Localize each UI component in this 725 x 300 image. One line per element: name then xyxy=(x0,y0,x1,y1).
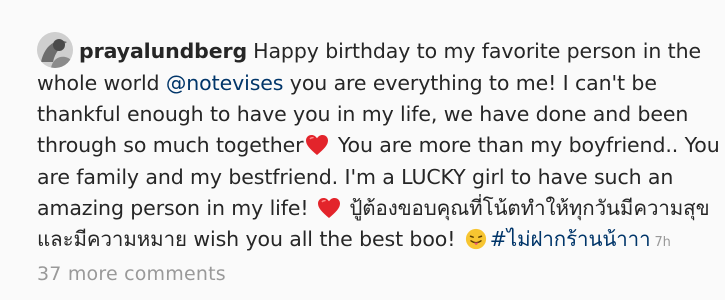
username-link[interactable]: prayalundberg xyxy=(79,39,247,63)
red-heart-icon xyxy=(317,197,341,219)
comment: prayalundberg Happy birthday to my favori… xyxy=(37,32,725,258)
hashtag-link[interactable]: #ไม่ฝากร้านน้าาา xyxy=(490,227,651,251)
comment-timestamp: 7h xyxy=(654,235,671,251)
mention-link[interactable]: @notevises xyxy=(166,71,284,95)
avatar[interactable] xyxy=(37,32,73,68)
more-comments-link[interactable]: 37 more comments xyxy=(37,263,226,285)
tongue-wink-face-icon xyxy=(464,228,488,250)
red-heart-icon xyxy=(305,134,329,156)
